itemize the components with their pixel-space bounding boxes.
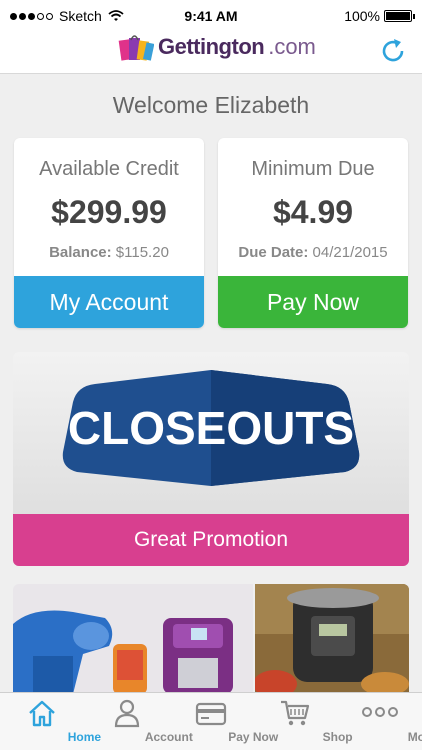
balance-line: Balance: $115.20 [14,244,204,261]
person-icon [114,699,139,728]
due-date-value: 04/21/2015 [312,244,388,261]
kitchen-appliances-image [13,584,253,694]
due-date-line: Due Date: 04/21/2015 [218,244,408,261]
home-icon [29,700,56,727]
minimum-due-card: Minimum Due $4.99 Due Date: 04/21/2015 P… [218,138,408,328]
card-title: Available Credit [39,158,179,180]
battery-icon [384,10,415,22]
pressure-cooker-image [255,584,409,694]
cart-icon [281,700,310,726]
tab-bar: Home Account Pay Now Shop More [0,692,422,750]
welcome-message: Welcome Elizabeth [112,92,310,118]
credit-amount: $299.99 [51,194,167,230]
gettington-logo[interactable]: Gettington .com [118,32,316,62]
refresh-icon[interactable] [378,36,408,66]
due-amount: $4.99 [272,194,354,230]
status-right: 100% [344,8,415,24]
promo-banner[interactable]: CLOSEOUTS Great Promotion [13,352,409,566]
closeouts-logo: CLOSEOUTS [62,370,360,486]
tab-label: More [407,730,422,744]
great-promotion-button[interactable]: Great Promotion [13,514,409,566]
more-icon [361,707,398,717]
pay-now-button[interactable]: Pay Now [218,276,408,328]
tab-pay-now[interactable]: Pay Now [169,693,278,750]
my-account-button[interactable]: My Account [14,276,204,328]
battery-label: 100% [344,8,380,24]
product-banner[interactable] [13,584,409,694]
due-date-label: Due Date: [238,244,309,261]
tab-more[interactable]: More [338,693,422,750]
tab-shop[interactable]: Shop [253,693,353,750]
card-icon [195,702,227,726]
tab-home[interactable]: Home [0,693,101,750]
available-credit-card: Available Credit $299.99 Balance: $115.2… [14,138,204,328]
card-title: Minimum Due [251,158,375,180]
brand-suffix: .com [268,34,316,59]
balance-value: $115.20 [115,244,169,261]
brand-name: Gettington [158,34,265,59]
status-bar: Sketch 9:41 AM 100% [0,0,422,30]
shopping-bags-icon [118,35,154,61]
closeouts-text: CLOSEOUTS [68,402,354,454]
tab-account[interactable]: Account [84,693,193,750]
balance-label: Balance: [49,244,112,261]
app-header: Gettington .com [0,30,422,74]
